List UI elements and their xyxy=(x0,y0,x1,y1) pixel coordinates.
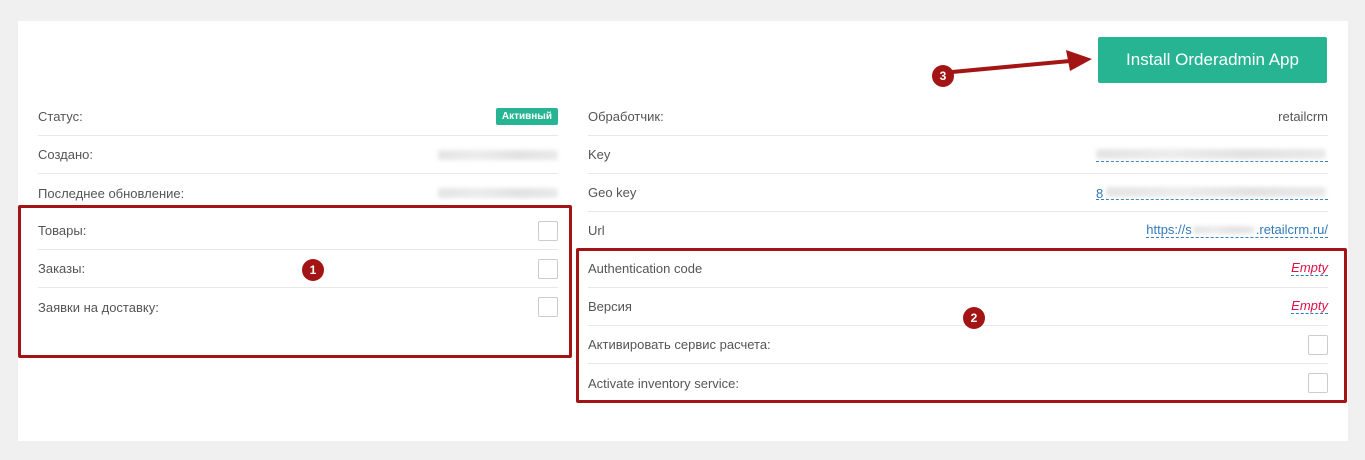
created-label: Создано: xyxy=(38,147,93,162)
key-row: Key xyxy=(588,136,1328,174)
geo-key-row: Geo key 8 xyxy=(588,174,1328,212)
updated-label: Последнее обновление: xyxy=(38,185,185,201)
status-badge: Активный xyxy=(495,108,558,125)
handler-value: retailcrm xyxy=(1278,109,1328,124)
annotation-arrow-3 xyxy=(950,50,1092,74)
geo-key-value-link[interactable]: 8 xyxy=(1096,185,1328,201)
url-row: Url https://s .retailcrm.ru/ xyxy=(588,212,1328,250)
key-label: Key xyxy=(588,147,611,162)
annotation-marker-1: 1 xyxy=(302,259,324,281)
url-value-suffix: .retailcrm.ru/ xyxy=(1255,222,1328,237)
url-value-link[interactable]: https://s .retailcrm.ru/ xyxy=(1146,223,1328,238)
status-label: Статус: xyxy=(38,109,83,124)
handler-label: Обработчик: xyxy=(588,109,664,124)
status-row: Статус: Активный xyxy=(38,98,558,136)
key-value-link[interactable] xyxy=(1096,147,1328,162)
url-value-redacted xyxy=(1192,226,1255,234)
geo-key-value-prefix: 8 xyxy=(1096,186,1104,201)
annotation-marker-2: 2 xyxy=(963,307,985,329)
geo-key-label: Geo key xyxy=(588,185,637,200)
created-value-redacted xyxy=(438,149,558,160)
url-value-prefix: https://s xyxy=(1146,222,1192,237)
install-orderadmin-app-button[interactable]: Install Orderadmin App xyxy=(1098,37,1327,83)
created-row: Создано: xyxy=(38,136,558,174)
annotation-box-2 xyxy=(576,248,1347,403)
updated-value-redacted xyxy=(438,188,558,198)
url-label: Url xyxy=(588,223,605,238)
handler-row: Обработчик: retailcrm xyxy=(588,98,1328,136)
annotation-box-1 xyxy=(18,205,572,358)
